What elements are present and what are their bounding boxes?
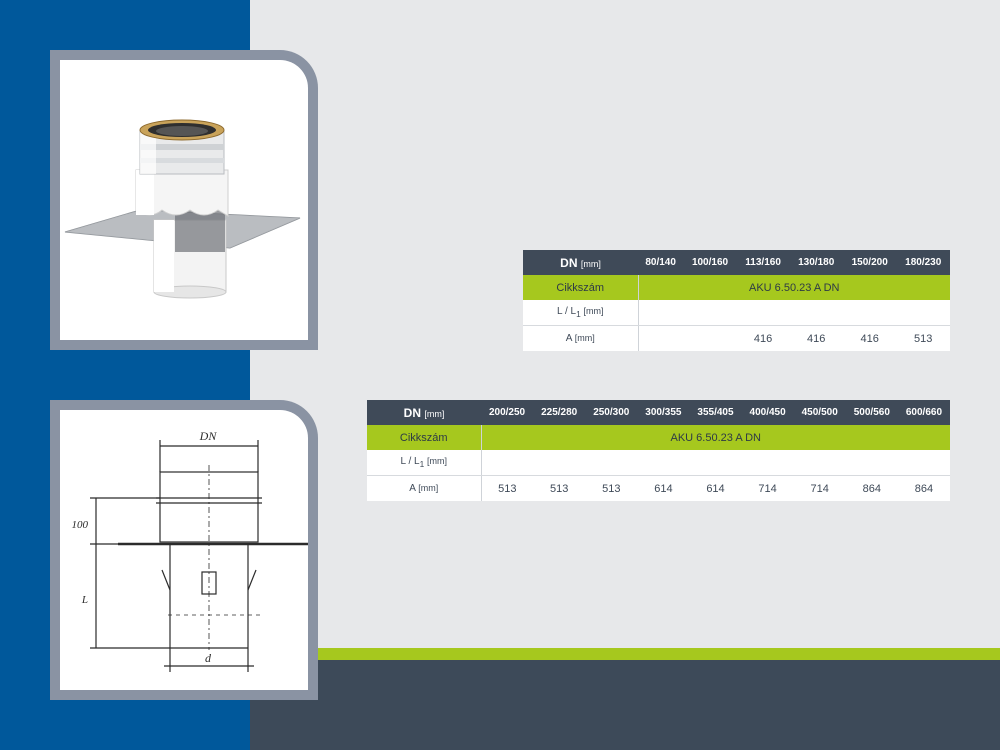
length-label-unit: [mm] — [427, 456, 447, 466]
column-header: 355/405 — [689, 400, 742, 425]
column-header: 180/230 — [896, 250, 950, 275]
dn-header-unit: [mm] — [424, 408, 445, 419]
article-number-row: Cikkszám AKU 6.50.23 A DN — [367, 425, 950, 450]
column-header: 130/180 — [789, 250, 843, 275]
a-value-cell: 864 — [845, 475, 898, 501]
green-accent-strip — [250, 648, 1000, 660]
dn-header-cell: DN [mm] — [523, 250, 638, 275]
length-label-unit: [mm] — [583, 306, 604, 316]
dim-label-100: 100 — [72, 519, 89, 531]
article-number-label: Cikkszám — [523, 275, 639, 300]
article-number-label: Cikkszám — [367, 425, 482, 450]
dark-footer-band — [250, 660, 1000, 750]
length-values — [638, 300, 950, 326]
a-value-cell: 614 — [637, 475, 690, 501]
length-label-text: L / L — [556, 306, 577, 317]
a-value-cell: 614 — [689, 475, 742, 501]
column-header: 300/355 — [637, 400, 690, 425]
a-row: A [mm] 416 416 416 513 — [523, 325, 950, 351]
length-label-sub: 1 — [576, 309, 581, 319]
a-value-cell: 416 — [736, 325, 790, 351]
dim-label-dn: DN — [199, 429, 218, 443]
a-value-cell — [638, 325, 684, 351]
spec-table-small: DN [mm] 80/140 100/160 113/160 130/180 1… — [523, 250, 950, 351]
a-value-cell: 416 — [789, 325, 843, 351]
dn-header-unit: [mm] — [580, 258, 601, 269]
length-row: L / L1 [mm] — [523, 300, 950, 326]
column-header: 80/140 — [638, 250, 684, 275]
technical-drawing-svg: DN 100 L d — [72, 429, 308, 672]
a-label: A [mm] — [367, 475, 482, 501]
a-label: A [mm] — [523, 325, 639, 351]
article-number-row: Cikkszám AKU 6.50.23 A DN — [523, 275, 950, 300]
table-header-row: DN [mm] 200/250 225/280 250/300 300/355 … — [367, 400, 950, 425]
column-header: 400/450 — [741, 400, 794, 425]
length-row: L / L1 [mm] — [367, 450, 950, 476]
table-header-row: DN [mm] 80/140 100/160 113/160 130/180 1… — [523, 250, 950, 275]
a-value-cell: 714 — [741, 475, 794, 501]
dim-label-d: d — [205, 651, 212, 665]
chimney-roof-plate-illustration — [64, 119, 301, 299]
length-label-text: L / L — [400, 456, 420, 467]
length-label-sub: 1 — [419, 459, 425, 469]
dim-label-l: L — [81, 594, 88, 606]
a-row: A [mm] 513 513 513 614 614 714 714 864 8… — [367, 475, 950, 501]
a-value-cell — [683, 325, 737, 351]
a-value-cell: 513 — [533, 475, 586, 501]
column-header: 113/160 — [736, 250, 790, 275]
a-label-unit: [mm] — [418, 483, 439, 493]
length-values — [481, 450, 950, 476]
a-label-text: A — [409, 483, 416, 494]
technical-drawing-frame: DN 100 L d — [50, 400, 318, 700]
a-value-cell: 714 — [793, 475, 846, 501]
spec-table-large: DN [mm] 200/250 225/280 250/300 300/355 … — [367, 400, 950, 501]
a-label-unit: [mm] — [574, 333, 595, 343]
column-header: 225/280 — [533, 400, 586, 425]
a-value-cell: 513 — [585, 475, 638, 501]
column-header: 200/250 — [481, 400, 534, 425]
product-photo — [60, 60, 308, 340]
a-label-text: A — [565, 333, 572, 344]
dn-header-label: DN — [403, 405, 421, 420]
column-header: 600/660 — [897, 400, 950, 425]
technical-drawing: DN 100 L d — [60, 410, 308, 690]
product-photo-frame — [50, 50, 318, 350]
a-value-cell: 416 — [842, 325, 897, 351]
a-value-cell: 513 — [481, 475, 534, 501]
length-label: L / L1 [mm] — [367, 450, 482, 476]
column-header: 100/160 — [683, 250, 737, 275]
dn-header-cell: DN [mm] — [367, 400, 481, 425]
column-header: 450/500 — [793, 400, 846, 425]
a-value-cell: 513 — [896, 325, 950, 351]
article-number-value: AKU 6.50.23 A DN — [638, 275, 950, 300]
column-header: 150/200 — [842, 250, 897, 275]
dn-header-label: DN — [560, 255, 578, 270]
length-label: L / L1 [mm] — [523, 300, 639, 326]
column-header: 500/560 — [845, 400, 898, 425]
article-number-value: AKU 6.50.23 A DN — [481, 425, 950, 450]
a-value-cell: 864 — [897, 475, 950, 501]
column-header: 250/300 — [585, 400, 638, 425]
